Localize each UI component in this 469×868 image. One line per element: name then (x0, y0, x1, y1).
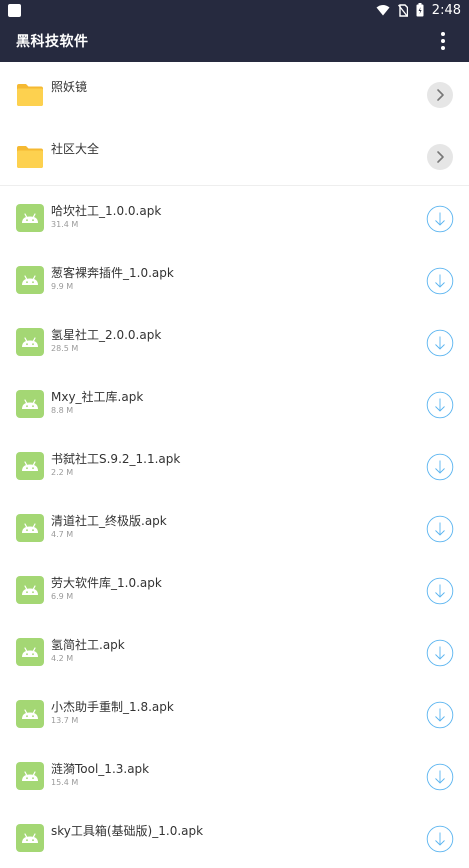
file-name: 氢星社工_2.0.0.apk (51, 328, 162, 342)
clock: 2:48 (431, 2, 461, 18)
android-apk-icon (16, 514, 44, 546)
file-size: 6.9 M (51, 592, 74, 601)
file-name: 哈坎社工_1.0.0.apk (51, 204, 162, 218)
android-apk-icon (16, 700, 44, 732)
file-item[interactable]: 书弑社工S.9.2_1.1.apk 2.2 M (0, 434, 469, 496)
file-item[interactable]: 劳大软件库_1.0.apk 6.9 M (0, 558, 469, 620)
notification-icon (8, 3, 21, 17)
file-name: 氢简社工.apk (51, 638, 125, 652)
file-size: 13.7 M (51, 716, 79, 725)
file-item[interactable]: 哈坎社工_1.0.0.apk 31.4 M (0, 186, 469, 248)
file-name: 涟漪Tool_1.3.apk (51, 762, 150, 776)
file-size: 15.4 M (51, 778, 79, 787)
file-size: 9.9 M (51, 282, 74, 291)
file-item[interactable]: 清道社工_终极版.apk 4.7 M (0, 496, 469, 558)
battery-icon (416, 3, 424, 17)
android-apk-icon (16, 762, 44, 794)
android-apk-icon (16, 328, 44, 360)
file-list: 照妖镜 社区大全 哈坎社工_1.0.0.apk 31.4 M 葱客裸奔插件_1.… (0, 62, 469, 868)
android-apk-icon (16, 266, 44, 298)
file-item[interactable]: 小杰助手重制_1.8.apk 13.7 M (0, 682, 469, 744)
file-name: 劳大软件库_1.0.apk (51, 576, 162, 590)
folder-name: 社区大全 (51, 142, 100, 156)
file-name: sky工具箱(基础版)_1.0.apk (51, 824, 204, 838)
file-size: 2.2 M (51, 468, 74, 477)
file-name: Mxy_社工库.apk (51, 390, 144, 404)
file-size: 28.5 M (51, 344, 79, 353)
file-name: 小杰助手重制_1.8.apk (51, 700, 174, 714)
file-name: 书弑社工S.9.2_1.1.apk (51, 452, 181, 466)
file-name: 清道社工_终极版.apk (51, 514, 167, 528)
file-item[interactable]: 氢星社工_2.0.0.apk 28.5 M (0, 310, 469, 372)
folder-item[interactable]: 照妖镜 (0, 62, 469, 124)
file-item[interactable]: 葱客裸奔插件_1.0.apk 9.9 M (0, 248, 469, 310)
folder-name: 照妖镜 (51, 80, 88, 94)
file-size: 4.2 M (51, 654, 74, 663)
file-size: 8.8 M (51, 406, 74, 415)
file-name: 葱客裸奔插件_1.0.apk (51, 266, 174, 280)
page-title: 黑科技软件 (16, 34, 89, 50)
android-apk-icon (16, 390, 44, 422)
file-item[interactable]: 涟漪Tool_1.3.apk 15.4 M (0, 744, 469, 806)
file-size: 4.7 M (51, 530, 74, 539)
android-apk-icon (16, 576, 44, 608)
file-item[interactable]: sky工具箱(基础版)_1.0.apk (0, 806, 469, 868)
no-sim-icon (397, 3, 408, 17)
folder-item[interactable]: 社区大全 (0, 124, 469, 186)
status-bar: 2:48 (0, 0, 469, 20)
overflow-menu-icon[interactable] (433, 31, 453, 51)
android-apk-icon (16, 824, 44, 856)
android-apk-icon (16, 204, 44, 236)
app-bar: 黑科技软件 (0, 20, 469, 62)
file-size: 31.4 M (51, 220, 79, 229)
file-item[interactable]: Mxy_社工库.apk 8.8 M (0, 372, 469, 434)
wifi-icon (376, 4, 390, 16)
android-apk-icon (16, 452, 44, 484)
folder-icon (16, 142, 44, 174)
folder-icon (16, 80, 44, 112)
android-apk-icon (16, 638, 44, 670)
file-item[interactable]: 氢简社工.apk 4.2 M (0, 620, 469, 682)
